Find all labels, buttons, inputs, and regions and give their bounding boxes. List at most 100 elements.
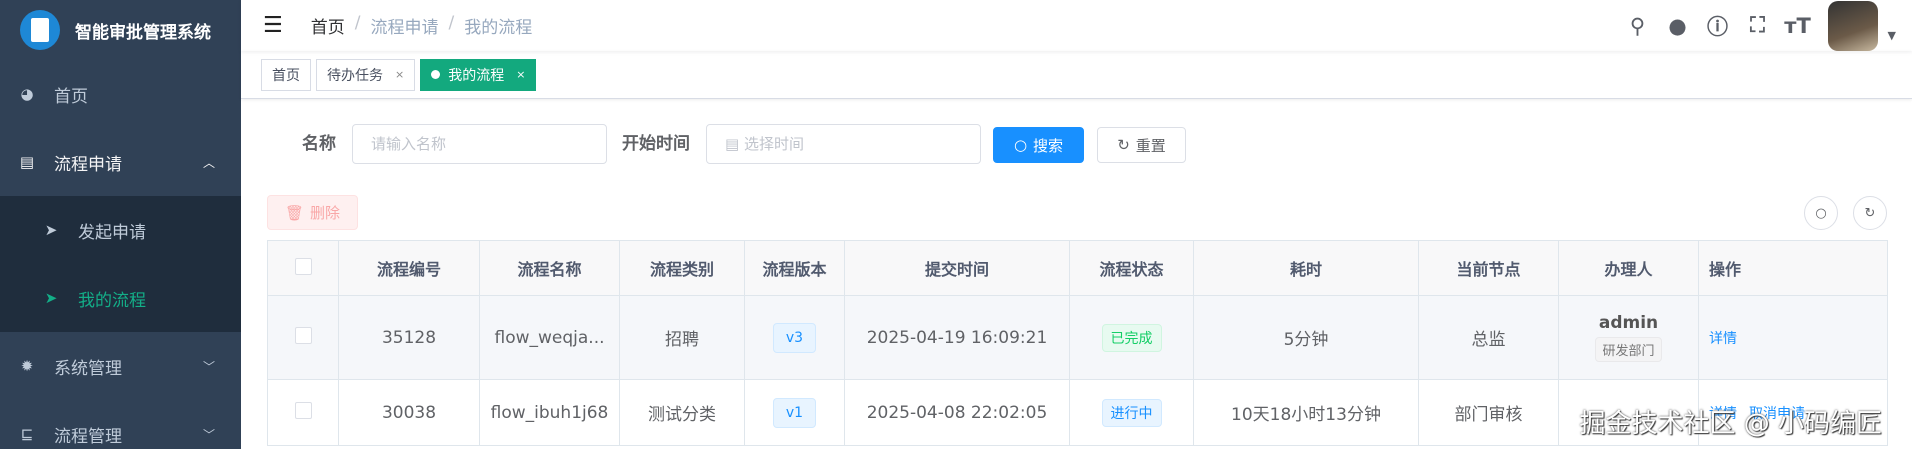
logo-icon [20,10,60,50]
hamburger-icon[interactable]: ☰ [263,13,283,38]
search-icon[interactable]: ⚲ [1618,14,1658,38]
sidebar-item-label: 发起申请 [78,222,146,243]
send-icon: ➤ [44,221,58,239]
avatar[interactable] [1827,0,1878,51]
breadcrumb-home[interactable]: 首页 [311,13,345,38]
sidebar-item-home[interactable]: ◕ 首页 [0,60,241,128]
delete-button[interactable]: 🗑 删除 [267,195,358,230]
dept-badge: 研发部门 [1595,337,1662,362]
sidebar-item-system[interactable]: ✹ 系统管理 ﹀ [0,332,241,400]
delete-button-label: 删除 [310,204,341,222]
cell-duration: 5分钟 [1193,295,1419,380]
calendar-icon: ▤ [725,135,744,153]
column-header: 流程版本 [744,240,845,296]
name-input[interactable]: 请输入名称 [352,124,607,164]
app-title: 智能审批管理系统 [75,22,211,43]
sidebar-item-process-manage[interactable]: ⊑ 流程管理 ﹀ [0,400,241,468]
font-size-icon[interactable]: ᴛT [1778,14,1818,38]
chevron-down-icon: ﹀ [202,427,215,442]
column-header: 流程名称 [479,240,620,296]
breadcrumb: 首页 / 流程申请 / 我的流程 [311,13,532,38]
tag-home[interactable]: 首页 [261,58,311,91]
column-header: 办理人 [1558,240,1699,296]
close-icon[interactable]: × [516,68,525,81]
sidebar-item-label: 首页 [54,86,88,107]
sidebar-item-label: 系统管理 [54,358,122,379]
cell-category: 招聘 [619,295,745,380]
cell-category: 测试分类 [619,379,745,446]
breadcrumb-current: 我的流程 [464,18,533,38]
refresh-icon: ↻ [1117,136,1130,154]
cell-name: flow_ibuh1j68 [479,379,620,446]
status-badge: 已完成 [1101,323,1162,352]
dashboard-icon: ◕ [20,85,34,103]
refresh-button[interactable]: ↻ [1853,196,1887,230]
caret-down-icon[interactable]: ▼ [1888,9,1896,42]
search-icon: ○ [1815,205,1827,221]
help-icon[interactable]: ⓘ [1698,11,1738,41]
gear-icon: ✹ [20,357,34,375]
tag-todo[interactable]: 待办任务 × [316,58,416,91]
breadcrumb-separator: / [448,13,455,33]
cell-version: v3 [744,295,845,380]
tags-view: 首页 待办任务 × 我的流程 × [241,51,1912,99]
start-time-label: 开始时间 [622,134,690,154]
github-icon[interactable]: ● [1658,14,1698,38]
select-all-checkbox[interactable] [267,240,339,296]
table-header: 流程编号 流程名称 流程类别 流程版本 提交时间 流程状态 耗时 当前节点 办理… [267,240,1888,296]
search-icon: ○ [1013,136,1028,154]
tag-label: 首页 [272,67,300,84]
cell-node: 总监 [1418,295,1559,380]
fullscreen-icon[interactable]: ⛶ [1738,13,1778,38]
sidebar-item-label: 流程申请 [54,154,122,175]
cell-duration: 10天18小时13分钟 [1193,379,1419,446]
trash-icon: 🗑 [284,203,305,222]
navbar: ☰ 首页 / 流程申请 / 我的流程 ⚲ ● ⓘ ⛶ ᴛT ▼ [241,0,1912,51]
reset-button[interactable]: ↻ 重置 [1097,127,1186,163]
tree-icon: ⊑ [20,425,34,443]
sidebar-item-process-apply[interactable]: ▤ 流程申请 ︿ [0,128,241,196]
close-icon[interactable]: × [395,68,404,81]
column-header: 当前节点 [1418,240,1559,296]
search-button[interactable]: ○ 搜索 [993,127,1084,163]
version-badge: v3 [772,322,817,353]
cell-id: 30038 [338,379,480,446]
active-dot-icon [431,70,441,79]
sidebar-item-label: 我的流程 [78,290,146,311]
row-checkbox[interactable] [267,379,339,446]
cell-user: admin 研发部门 [1558,295,1699,380]
cell-time: 2025-04-08 22:02:05 [844,379,1070,446]
status-badge: 进行中 [1101,398,1162,427]
tag-label: 我的流程 [448,67,505,84]
detail-link[interactable]: 详情 [1709,331,1737,347]
document-icon: ▤ [19,153,35,171]
cell-ops: 详情 [1698,295,1888,380]
breadcrumb-separator: / [354,13,361,33]
column-header: 提交时间 [844,240,1070,296]
column-header: 流程编号 [338,240,480,296]
version-badge: v1 [772,397,817,428]
refresh-icon: ↻ [1864,205,1876,221]
chevron-up-icon: ︿ [202,155,215,170]
sidebar-item-start-apply[interactable]: ➤ 发起申请 [0,196,241,264]
start-time-placeholder: 选择时间 [743,135,804,153]
sidebar: 智能审批管理系统 ◕ 首页 ▤ 流程申请 ︿ ➤ 发起申请 ➤ 我的流程 ✹ 系统管理 ﹀ ⊑… [0,0,241,449]
tag-my-process[interactable]: 我的流程 × [420,58,537,91]
column-header: 耗时 [1193,240,1419,296]
name-label: 名称 [302,134,336,154]
cell-id: 35128 [338,295,480,380]
tag-label: 待办任务 [327,67,383,84]
column-header: 流程类别 [619,240,745,296]
toggle-search-button[interactable]: ○ [1804,196,1838,230]
row-checkbox[interactable] [267,295,339,380]
sidebar-item-my-process[interactable]: ➤ 我的流程 [0,264,241,332]
send-icon: ➤ [44,289,58,307]
table-row: 35128 flow_weqja... 招聘 v3 2025-04-19 16:… [267,295,1888,380]
user-name: admin [1598,313,1659,333]
chevron-down-icon: ﹀ [202,359,215,374]
start-time-picker[interactable]: ▤ 选择时间 [706,124,981,164]
logo: 智能审批管理系统 [0,0,241,60]
column-header: 流程状态 [1069,240,1194,296]
cell-status: 已完成 [1069,295,1194,380]
cell-name: flow_weqja... [479,295,620,380]
